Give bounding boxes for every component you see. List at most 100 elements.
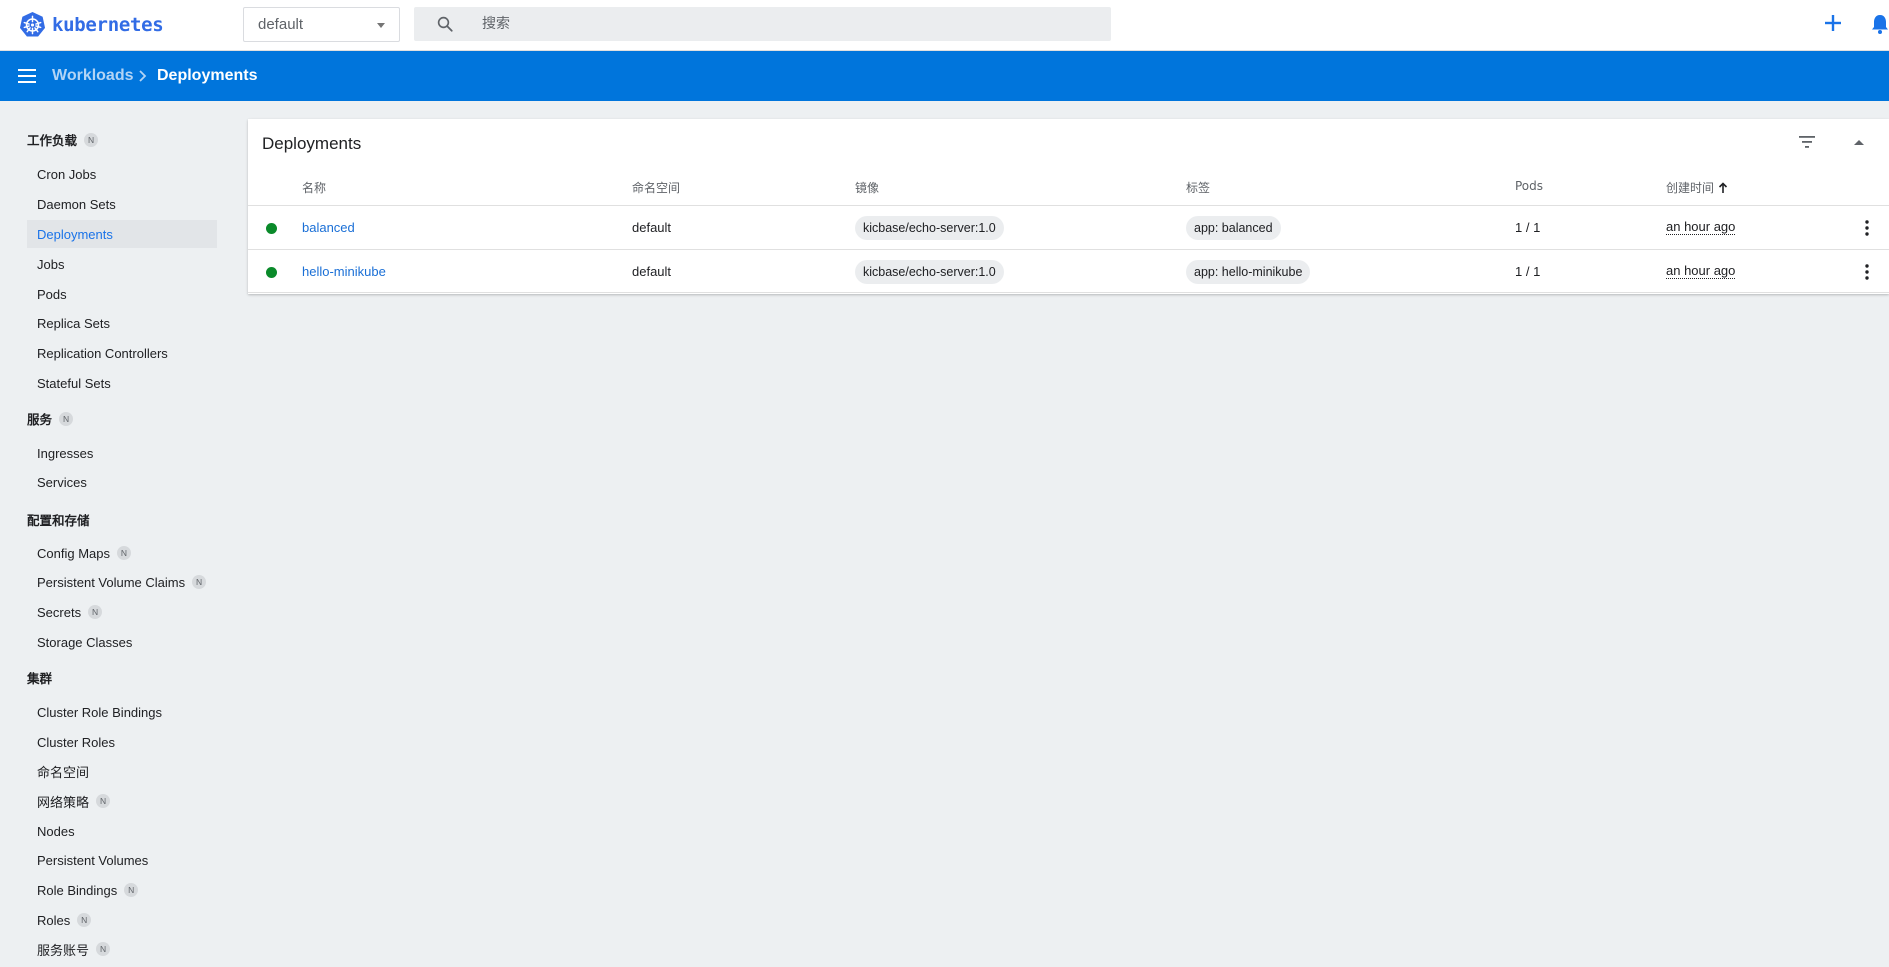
sidebar-heading-label: 配置和存储 xyxy=(27,513,90,528)
sidebar-item-nodes[interactable]: Nodes xyxy=(27,817,217,845)
sidebar-item-cluster-roles[interactable]: Cluster Roles xyxy=(27,728,217,756)
namespaced-badge: N xyxy=(96,794,111,808)
sidebar-heading-cluster[interactable]: 集群 xyxy=(27,668,52,687)
sidebar-item-label: 命名空间 xyxy=(37,764,90,780)
sidebar-item-cluster-role-bindings[interactable]: Cluster Role Bindings xyxy=(27,698,217,726)
page-header: Workloads Deployments xyxy=(0,51,1889,101)
column-header-namespace[interactable]: 命名空间 xyxy=(632,179,680,196)
plus-icon[interactable] xyxy=(1822,12,1844,34)
sidebar-item-namespaces[interactable]: 命名空间 xyxy=(27,757,217,785)
card-title: Deployments xyxy=(262,134,362,153)
column-header-labels: 标签 xyxy=(1186,181,1211,195)
sidebar-item-label: Persistent Volume Claims xyxy=(37,574,186,590)
label-chip: app: hello-minikube xyxy=(1186,260,1311,284)
sidebar-item-pods[interactable]: Pods xyxy=(27,280,217,308)
logo-text: kubernetes xyxy=(52,13,164,36)
sidebar-item-label: Role Bindings xyxy=(37,882,118,898)
sort-arrow-icon xyxy=(1718,181,1728,193)
namespaced-badge: N xyxy=(59,411,74,426)
sidebar-item-roles[interactable]: Roles N xyxy=(27,906,217,934)
sidebar-item-persistent-volume-claims[interactable]: Persistent Volume Claims N xyxy=(27,568,217,596)
search-bar xyxy=(414,7,1111,41)
pods-cell: 1 / 1 xyxy=(1515,264,1541,279)
column-header-pods: Pods xyxy=(1515,179,1544,193)
dropdown-arrow-icon xyxy=(377,23,385,28)
sidebar-item-label: Cluster Role Bindings xyxy=(37,704,163,720)
image-chip: kicbase/echo-server:1.0 xyxy=(855,216,1004,240)
sidebar-item-label: Deployments xyxy=(37,226,113,242)
sidebar-item-storage-classes[interactable]: Storage Classes xyxy=(27,628,217,656)
sidebar-heading-label: 集群 xyxy=(27,671,53,686)
sidebar-heading-services[interactable]: 服务 N xyxy=(27,409,74,428)
kubernetes-logo[interactable]: kubernetes xyxy=(19,11,164,38)
sidebar-item-stateful-sets[interactable]: Stateful Sets xyxy=(27,369,217,397)
sidebar-item-label: Cron Jobs xyxy=(37,166,97,182)
sidebar-item-network-policies[interactable]: 网络策略 N xyxy=(27,787,217,815)
sidebar-item-label: Persistent Volumes xyxy=(37,852,149,868)
more-vert-icon[interactable] xyxy=(1865,220,1869,236)
sidebar-heading-config-storage[interactable]: 配置和存储 xyxy=(27,510,90,529)
sidebar-item-label: Roles xyxy=(37,912,71,928)
table-row: balanced default kicbase/echo-server:1.0… xyxy=(248,205,1889,249)
sidebar: 工作负载 N Cron Jobs Daemon Sets Deployments… xyxy=(0,101,230,967)
sidebar-item-persistent-volumes[interactable]: Persistent Volumes xyxy=(27,846,217,874)
sidebar-item-label: Storage Classes xyxy=(37,634,133,650)
sidebar-item-replication-controllers[interactable]: Replication Controllers xyxy=(27,339,217,367)
sidebar-item-label: Nodes xyxy=(37,823,75,839)
created-cell: an hour ago xyxy=(1666,219,1736,235)
sidebar-item-label: Replication Controllers xyxy=(37,345,168,361)
bell-icon[interactable] xyxy=(1870,13,1889,35)
sidebar-item-replica-sets[interactable]: Replica Sets xyxy=(27,309,217,337)
deployment-name-link[interactable]: balanced xyxy=(302,220,355,235)
search-input[interactable] xyxy=(482,7,1082,41)
sidebar-heading-label: 工作负载 xyxy=(27,133,78,148)
column-header-created-label: 创建时间 xyxy=(1666,181,1715,195)
column-header-images: 镜像 xyxy=(855,181,880,195)
namespaced-badge: N xyxy=(77,913,92,927)
sidebar-item-label: Daemon Sets xyxy=(37,196,116,212)
namespace-cell: default xyxy=(632,264,672,279)
more-vert-icon[interactable] xyxy=(1865,264,1869,280)
table-row: hello-minikube default kicbase/echo-serv… xyxy=(248,249,1889,293)
namespaced-badge: N xyxy=(88,605,103,619)
sidebar-item-role-bindings[interactable]: Role Bindings N xyxy=(27,876,217,904)
namespace-select[interactable]: default xyxy=(243,7,400,42)
column-header-name[interactable]: 名称 xyxy=(302,179,326,196)
namespaced-badge: N xyxy=(96,942,111,956)
chevron-right-icon xyxy=(139,70,147,82)
collapse-icon[interactable] xyxy=(1854,140,1864,145)
sidebar-item-jobs[interactable]: Jobs xyxy=(27,250,217,278)
sidebar-item-label: Pods xyxy=(37,286,67,302)
status-running-icon xyxy=(266,223,277,234)
sidebar-item-service-accounts[interactable]: 服务账号 N xyxy=(27,935,217,963)
namespace-cell: default xyxy=(632,220,672,235)
sidebar-item-label: 网络策略 xyxy=(37,794,90,810)
sidebar-item-config-maps[interactable]: Config Maps N xyxy=(27,539,217,567)
deployment-name-link[interactable]: hello-minikube xyxy=(302,264,386,279)
sidebar-item-deployments[interactable]: Deployments xyxy=(27,220,217,248)
sidebar-item-cron-jobs[interactable]: Cron Jobs xyxy=(27,160,217,188)
sidebar-heading-label: 服务 xyxy=(27,412,53,427)
sidebar-item-label: 服务账号 xyxy=(37,942,90,958)
sidebar-item-label: Config Maps xyxy=(37,545,110,561)
deployments-card: Deployments 名称 命名空间 镜像 标签 Pods 创建时间 bala… xyxy=(248,119,1889,294)
created-cell: an hour ago xyxy=(1666,263,1736,279)
sidebar-item-services[interactable]: Services xyxy=(27,468,217,496)
breadcrumb-workloads[interactable]: Workloads xyxy=(52,67,134,85)
search-icon[interactable] xyxy=(436,15,454,33)
sidebar-item-secrets[interactable]: Secrets N xyxy=(27,598,217,626)
sidebar-item-ingresses[interactable]: Ingresses xyxy=(27,439,217,467)
top-bar: kubernetes default xyxy=(0,0,1889,51)
pods-cell: 1 / 1 xyxy=(1515,220,1541,235)
namespaced-badge: N xyxy=(84,132,99,147)
menu-icon[interactable] xyxy=(18,69,36,83)
filter-icon[interactable] xyxy=(1798,134,1816,150)
sidebar-item-daemon-sets[interactable]: Daemon Sets xyxy=(27,190,217,218)
sidebar-item-label: Cluster Roles xyxy=(37,734,116,750)
breadcrumb-current: Deployments xyxy=(157,67,258,84)
namespaced-badge: N xyxy=(192,575,207,589)
sidebar-heading-workloads[interactable]: 工作负载 N xyxy=(27,130,99,149)
namespace-value: default xyxy=(258,16,304,33)
namespaced-badge: N xyxy=(124,883,139,897)
column-header-created[interactable]: 创建时间 xyxy=(1666,179,1728,196)
